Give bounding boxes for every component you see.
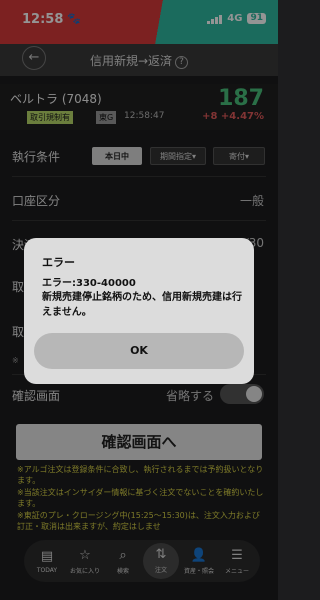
dialog-title: エラー [42, 256, 75, 269]
error-dialog: エラー エラー:330-40000 新規売建停止銘柄のため、信用新規売建は行えま… [24, 238, 254, 384]
error-message: 新規売建停止銘柄のため、信用新規売建は行えません。 [42, 292, 242, 318]
error-code: エラー:330-40000 [42, 278, 136, 289]
ok-button[interactable]: OK [34, 333, 244, 369]
